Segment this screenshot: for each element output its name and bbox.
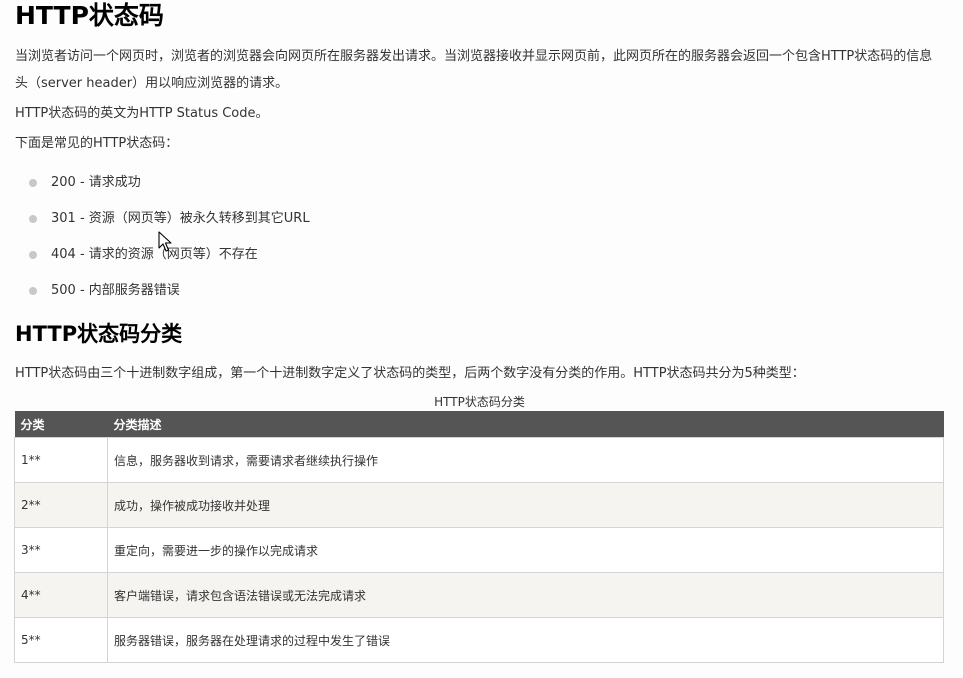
table-row: 4** 客户端错误，请求包含语法错误或无法完成请求: [14, 572, 944, 618]
column-header-category: 分类: [14, 411, 108, 438]
list-item: 404 - 请求的资源（网页等）不存在: [0, 238, 310, 274]
bullet-dot-icon: [29, 287, 37, 295]
intro-paragraph-3: 下面是常见的HTTP状态码：: [15, 136, 179, 151]
description-cell: 成功，操作被成功接收并处理: [107, 482, 944, 528]
common-codes-list: 200 - 请求成功 301 - 资源（网页等）被永久转移到其它URL 404 …: [0, 166, 310, 310]
list-item: 200 - 请求成功: [0, 166, 310, 202]
intro-paragraph-1: 当浏览者访问一个网页时，浏览者的浏览器会向网页所在服务器发出请求。当浏览器接收并…: [15, 49, 933, 91]
column-header-description: 分类描述: [107, 411, 944, 438]
list-item-text: 500 - 内部服务器错误: [51, 283, 180, 298]
description-cell: 服务器错误，服务器在处理请求的过程中发生了错误: [107, 617, 944, 663]
category-cell: 4**: [14, 572, 108, 618]
table-caption: HTTP状态码分类: [434, 395, 525, 409]
list-item-text: 301 - 资源（网页等）被永久转移到其它URL: [51, 211, 310, 226]
section-description: HTTP状态码由三个十进制数字组成，第一个十进制数字定义了状态码的类型，后两个数…: [15, 366, 805, 381]
intro-paragraph-2: HTTP状态码的英文为HTTP Status Code。: [15, 106, 269, 121]
page-title: HTTP状态码: [15, 1, 164, 30]
category-cell: 3**: [14, 527, 108, 573]
bullet-dot-icon: [29, 215, 37, 223]
category-cell: 1**: [14, 437, 108, 483]
table-row: 3** 重定向，需要进一步的操作以完成请求: [14, 527, 944, 573]
list-item-text: 200 - 请求成功: [51, 175, 141, 190]
category-cell: 5**: [14, 617, 108, 663]
bullet-dot-icon: [29, 251, 37, 259]
table-row: 2** 成功，操作被成功接收并处理: [14, 482, 944, 528]
description-cell: 重定向，需要进一步的操作以完成请求: [107, 527, 944, 573]
list-item: 301 - 资源（网页等）被永久转移到其它URL: [0, 202, 310, 238]
description-cell: 客户端错误，请求包含语法错误或无法完成请求: [107, 572, 944, 618]
list-item: 500 - 内部服务器错误: [0, 274, 310, 310]
status-class-table: 分类 分类描述 1** 信息，服务器收到请求，需要请求者继续执行操作 2** 成…: [14, 411, 944, 663]
table-row: 1** 信息，服务器收到请求，需要请求者继续执行操作: [14, 437, 944, 483]
list-item-text: 404 - 请求的资源（网页等）不存在: [51, 247, 258, 262]
description-cell: 信息，服务器收到请求，需要请求者继续执行操作: [107, 437, 944, 483]
page: HTTP状态码 当浏览者访问一个网页时，浏览者的浏览器会向网页所在服务器发出请求…: [0, 0, 963, 678]
table-row: 5** 服务器错误，服务器在处理请求的过程中发生了错误: [14, 617, 944, 663]
section-title: HTTP状态码分类: [15, 322, 183, 346]
table-header-row: 分类 分类描述: [14, 411, 944, 438]
mouse-pointer-icon: [158, 231, 172, 252]
bullet-dot-icon: [29, 179, 37, 187]
category-cell: 2**: [14, 482, 108, 528]
